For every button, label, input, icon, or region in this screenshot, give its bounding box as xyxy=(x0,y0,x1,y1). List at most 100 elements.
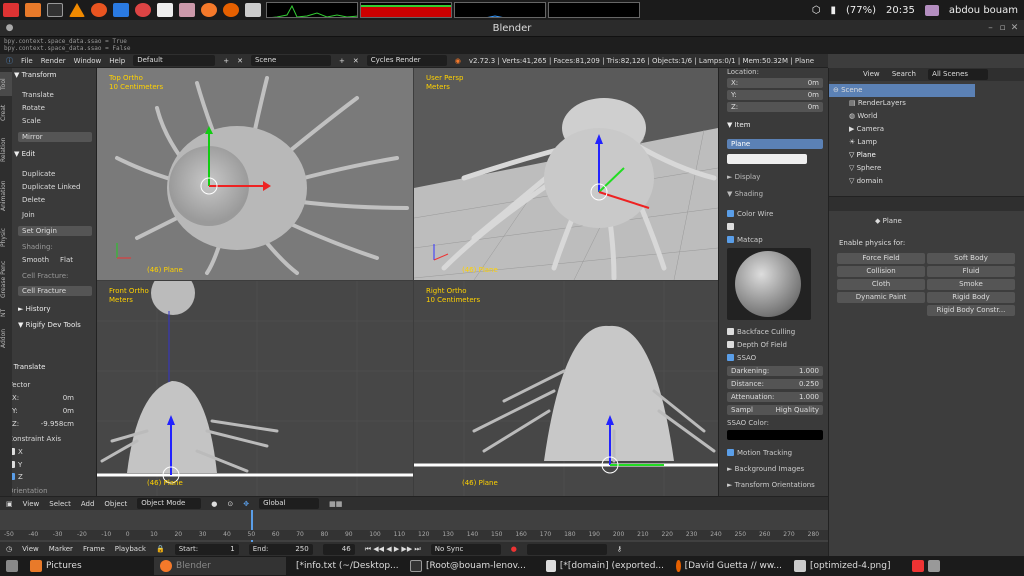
key-icon[interactable]: ⚷ xyxy=(617,545,622,553)
set-origin-button[interactable]: Set Origin xyxy=(18,226,92,236)
viewport-top-ortho[interactable]: Top Ortho 10 Centimeters (46) Plane xyxy=(97,68,413,280)
ssao-color-swatch[interactable] xyxy=(727,430,823,440)
outliner-item-lamp[interactable]: ☀ Lamp xyxy=(829,136,1024,149)
record-icon[interactable]: ● xyxy=(511,545,517,553)
delete-button[interactable]: Delete xyxy=(22,196,45,204)
cell-fracture-button[interactable]: Cell Fracture xyxy=(18,286,92,296)
sync-select[interactable]: No Sync xyxy=(430,543,501,555)
force-field-button[interactable]: Force Field xyxy=(837,253,925,264)
app-menu-icon[interactable] xyxy=(3,3,19,17)
operator-panel-header[interactable]: ▼ Translate xyxy=(6,362,88,373)
task-blender[interactable]: Blender xyxy=(154,557,286,575)
darkening-field[interactable]: Darkening: 1.000 xyxy=(727,366,823,376)
history-panel-header[interactable]: ► History xyxy=(18,304,100,315)
user-name[interactable]: abdou bouam xyxy=(949,5,1018,16)
outliner-filter-select[interactable]: All Scenes xyxy=(928,69,989,80)
tab-relation[interactable]: Relation xyxy=(0,130,12,170)
ssao-checkbox[interactable]: SSAO xyxy=(727,354,756,362)
object-name-field[interactable]: Plane xyxy=(727,139,823,149)
location-y-field[interactable]: Y: 0m xyxy=(727,90,823,100)
background-images-header[interactable]: ► Background Images xyxy=(727,465,804,473)
viewport-front-ortho[interactable]: Front Ortho Meters (46) Plane xyxy=(97,281,413,496)
dynamic-paint-button[interactable]: Dynamic Paint xyxy=(837,292,925,303)
motion-tracking-checkbox[interactable]: Motion Tracking xyxy=(727,449,792,457)
outliner-item-camera[interactable]: ▶ Camera xyxy=(829,123,1024,136)
maximize-icon[interactable]: ▫ xyxy=(997,23,1008,34)
object-name-input[interactable] xyxy=(727,154,807,164)
fluid-button[interactable]: Fluid xyxy=(927,266,1015,277)
location-x-field[interactable]: X: 0m xyxy=(727,78,823,88)
remove-scene-icon[interactable]: ✕ xyxy=(353,57,359,65)
join-button[interactable]: Join xyxy=(22,211,35,219)
transform-panel-header[interactable]: ▼ Transform xyxy=(14,70,96,81)
cloth-button[interactable]: Cloth xyxy=(837,279,925,290)
depth-of-field-checkbox[interactable]: Depth Of Field xyxy=(727,341,787,349)
backface-culling-checkbox[interactable]: Backface Culling xyxy=(727,328,795,336)
folder-icon[interactable] xyxy=(25,3,41,17)
task-browser[interactable]: [David Guetta // ww... xyxy=(670,557,788,575)
rigid-body-constraint-button[interactable]: Rigid Body Constr... xyxy=(927,305,1015,316)
terminal-icon[interactable] xyxy=(47,3,63,17)
editor-icon[interactable] xyxy=(157,3,173,17)
screenshot-icon[interactable] xyxy=(245,3,261,17)
end-frame-field[interactable]: End: 250 xyxy=(248,543,313,555)
blender-icon[interactable] xyxy=(201,3,217,17)
outliner-item-world[interactable]: ◍ World xyxy=(829,110,1024,123)
chrome-icon[interactable] xyxy=(135,3,151,17)
viewport-right-ortho[interactable]: Right Ortho 10 Centimeters (46) Plane xyxy=(414,281,718,496)
mode-select[interactable]: Object Mode xyxy=(137,498,202,509)
samples-select[interactable]: Sampl High Quality xyxy=(727,405,823,415)
layout-select[interactable]: Default xyxy=(133,55,216,66)
tab-nt[interactable]: NT xyxy=(0,306,12,320)
clock[interactable]: 20:35 xyxy=(886,5,915,16)
display-panel-header[interactable]: ► Display xyxy=(727,173,760,181)
user-avatar[interactable] xyxy=(924,4,939,16)
matcap-preview[interactable] xyxy=(727,248,811,320)
battery-icon[interactable]: ▮ xyxy=(830,5,836,16)
add-layout-icon[interactable]: + xyxy=(223,57,229,65)
flat-button[interactable]: Flat xyxy=(60,256,73,264)
vector-z-field[interactable]: Z: -9.958cm xyxy=(12,420,74,428)
task-domain[interactable]: [*[domain] (exported... xyxy=(540,557,670,575)
network-icon[interactable] xyxy=(113,3,129,17)
tab-tool[interactable]: Tool xyxy=(0,72,12,96)
orientation-select[interactable]: Global xyxy=(259,498,320,509)
vector-y-field[interactable]: Y: 0m xyxy=(12,407,74,415)
manipulator-icon[interactable]: ✥ xyxy=(243,500,249,508)
menu-file[interactable]: File xyxy=(21,57,33,65)
timeline-menu-view[interactable]: View xyxy=(22,545,39,553)
menu-object[interactable]: Object xyxy=(104,500,127,508)
timeline-menu-marker[interactable]: Marker xyxy=(49,545,73,553)
color-wire-checkbox[interactable]: Color Wire xyxy=(727,210,773,218)
smoke-button[interactable]: Smoke xyxy=(927,279,1015,290)
tray-icon[interactable] xyxy=(912,560,924,572)
menu-render[interactable]: Render xyxy=(41,57,66,65)
matcap-checkbox[interactable]: Matcap xyxy=(727,236,763,244)
timeline[interactable]: -50 -40 -30 -20 -10 0 10 20 30 40 50 60 70 80 90 100 110… xyxy=(0,510,828,542)
ubuntu-icon[interactable] xyxy=(91,3,107,17)
task-info-txt[interactable]: [*info.txt (~/Desktop... xyxy=(286,557,404,575)
shading-mode-icon[interactable]: ● xyxy=(211,500,217,508)
window-menu-icon[interactable]: ● xyxy=(4,23,15,34)
edit-panel-header[interactable]: ▼ Edit xyxy=(14,149,96,160)
mirror-button[interactable]: Mirror xyxy=(18,132,92,142)
trash-icon[interactable] xyxy=(928,560,940,572)
smooth-button[interactable]: Smooth xyxy=(22,256,49,264)
add-scene-icon[interactable]: + xyxy=(339,57,345,65)
menu-view[interactable]: View xyxy=(23,500,40,508)
menu-add[interactable]: Add xyxy=(81,500,95,508)
duplicate-button[interactable]: Duplicate xyxy=(22,170,55,178)
vector-x-field[interactable]: X: 0m xyxy=(12,394,74,402)
translate-button[interactable]: Translate xyxy=(22,91,54,99)
timeline-editor-icon[interactable]: ◷ xyxy=(6,545,12,553)
tab-create[interactable]: Creat xyxy=(0,100,12,126)
tab-physics[interactable]: Physic xyxy=(0,222,12,252)
tab-addon[interactable]: Addon xyxy=(0,324,12,352)
menu-window[interactable]: Window xyxy=(74,57,102,65)
dropbox-icon[interactable]: ⬡ xyxy=(812,5,821,16)
location-z-field[interactable]: Z: 0m xyxy=(727,102,823,112)
tab-grease-pencil[interactable]: Grease Penc xyxy=(0,256,12,302)
keying-set-field[interactable] xyxy=(526,543,607,555)
duplicate-linked-button[interactable]: Duplicate Linked xyxy=(22,183,80,191)
distance-field[interactable]: Distance: 0.250 xyxy=(727,379,823,389)
